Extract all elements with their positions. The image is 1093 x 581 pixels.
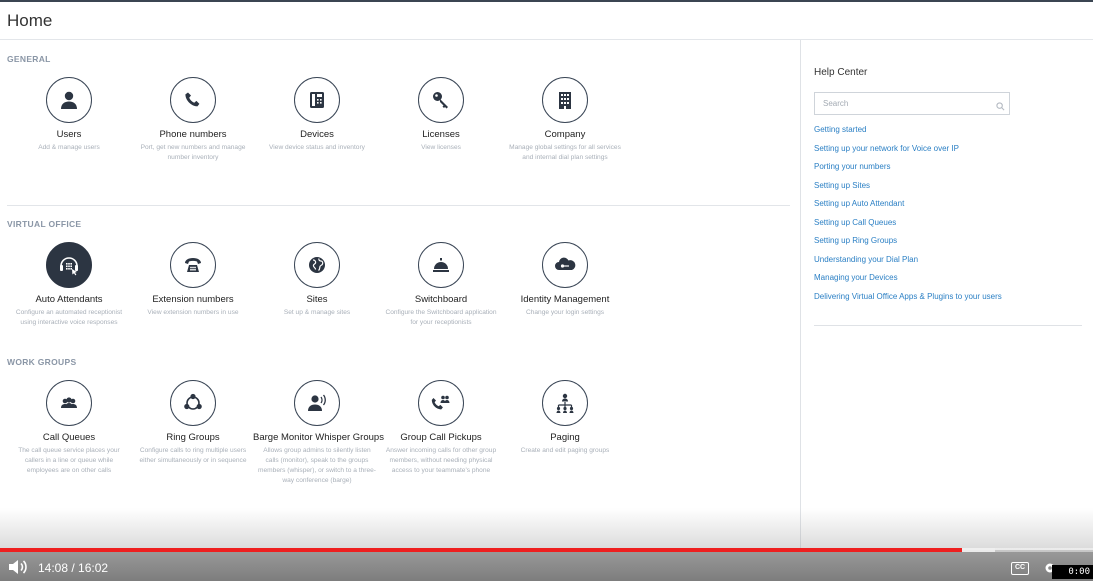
- tile-call-queues[interactable]: Call Queues The call queue service place…: [5, 380, 133, 476]
- tile-users[interactable]: Users Add & manage users: [5, 77, 133, 153]
- tile-description: View device status and inventory: [269, 144, 365, 151]
- tile-description: The call queue service places your calle…: [18, 447, 120, 474]
- tile-description: Configure an automated receptionist usin…: [15, 309, 123, 326]
- tile-title: Sites: [306, 294, 328, 305]
- tile-identity-management[interactable]: Identity Management Change your login se…: [501, 242, 629, 318]
- help-center-title: Help Center: [814, 67, 868, 78]
- page-title: Home: [7, 11, 53, 30]
- buffer-bar: [961, 548, 995, 552]
- desk-phone-icon: [294, 77, 340, 123]
- help-link[interactable]: Understanding your Dial Plan: [814, 255, 918, 264]
- ring-group-icon: [170, 380, 216, 426]
- section-label-general: GENERAL: [7, 54, 51, 64]
- tile-description: Add & manage users: [38, 144, 100, 151]
- playback-time: 14:08 / 16:02: [38, 561, 109, 575]
- service-bell-icon: [418, 242, 464, 288]
- tile-title: Barge Monitor Whisper Groups: [253, 432, 384, 443]
- tile-paging[interactable]: Paging Create and edit paging groups: [501, 380, 629, 456]
- tile-licenses[interactable]: Licenses View licenses: [377, 77, 505, 153]
- tile-description: Manage global settings for all services …: [509, 144, 621, 161]
- tile-ring-groups[interactable]: Ring Groups Configure calls to ring mult…: [129, 380, 257, 466]
- tile-description: Answer incoming calls for other group me…: [385, 447, 497, 474]
- globe-icon: [294, 242, 340, 288]
- tile-title: Switchboard: [414, 294, 468, 305]
- phone-icon: [170, 77, 216, 123]
- volume-icon[interactable]: [8, 559, 28, 580]
- tile-extension-numbers[interactable]: Extension numbers View extension numbers…: [129, 242, 257, 318]
- help-divider: [814, 325, 1082, 326]
- panel-divider: [800, 40, 801, 581]
- key-icon: [418, 77, 464, 123]
- tile-description: View licenses: [421, 144, 461, 151]
- timecode-overlay: 0:00: [1052, 565, 1093, 579]
- tile-description: View extension numbers in use: [147, 309, 239, 316]
- tile-description: Port, get new numbers and manage number …: [140, 144, 246, 161]
- tile-phone-numbers[interactable]: Phone numbers Port, get new numbers and …: [129, 77, 257, 163]
- search-placeholder: Search: [823, 99, 849, 108]
- section-divider: [7, 205, 790, 206]
- tile-title: Company: [544, 129, 586, 140]
- user-icon: [46, 77, 92, 123]
- main-content: GENERAL Users Add & manage users Phone n…: [0, 40, 800, 510]
- tile-title: Devices: [300, 129, 334, 140]
- paging-icon: [542, 380, 588, 426]
- tile-title: Ring Groups: [166, 432, 220, 443]
- auto-attendant-icon: [46, 242, 92, 288]
- tile-description: Configure calls to ring multiple users e…: [139, 447, 247, 464]
- tile-title: Call Queues: [42, 432, 96, 443]
- tile-title: Group Call Pickups: [400, 432, 482, 443]
- listener-icon: [294, 380, 340, 426]
- tile-description: Create and edit paging groups: [520, 447, 610, 454]
- player-overlay: [0, 508, 1093, 550]
- rotary-phone-icon: [170, 242, 216, 288]
- help-link[interactable]: Setting up your network for Voice over I…: [814, 144, 959, 153]
- help-link[interactable]: Delivering Virtual Office Apps & Plugins…: [814, 292, 1002, 301]
- tile-barge-monitor-whisper-groups[interactable]: Barge Monitor Whisper Groups Allows grou…: [253, 380, 384, 486]
- tile-title: Auto Attendants: [35, 294, 103, 305]
- tile-devices[interactable]: Devices View device status and inventory: [253, 77, 381, 153]
- tile-group-call-pickups[interactable]: Group Call Pickups Answer incoming calls…: [377, 380, 505, 476]
- captions-icon[interactable]: CC: [1011, 562, 1029, 575]
- help-link[interactable]: Setting up Call Queues: [814, 218, 896, 227]
- tile-title: Extension numbers: [152, 294, 234, 305]
- section-label-work-groups: WORK GROUPS: [7, 357, 77, 367]
- tile-description: Change your login settings: [525, 309, 605, 316]
- help-link[interactable]: Porting your numbers: [814, 162, 890, 171]
- section-label-virtual-office: VIRTUAL OFFICE: [7, 219, 82, 229]
- tile-title: Phone numbers: [159, 129, 227, 140]
- group-icon: [46, 380, 92, 426]
- help-link[interactable]: Getting started: [814, 125, 866, 134]
- tile-title: Licenses: [422, 129, 460, 140]
- tile-title: Identity Management: [520, 294, 610, 305]
- help-link[interactable]: Setting up Auto Attendant: [814, 199, 904, 208]
- building-icon: [542, 77, 588, 123]
- tile-company[interactable]: Company Manage global settings for all s…: [501, 77, 629, 163]
- help-search-input[interactable]: Search: [814, 92, 1010, 115]
- search-icon: [996, 98, 1005, 116]
- phone-group-icon: [418, 380, 464, 426]
- tile-title: Paging: [550, 432, 580, 443]
- tile-description: Allows group admins to silently listen c…: [258, 447, 376, 484]
- tile-title: Users: [56, 129, 82, 140]
- help-link[interactable]: Setting up Sites: [814, 181, 870, 190]
- top-bar: Home: [0, 0, 1093, 40]
- progress-fill: [0, 548, 962, 552]
- tile-switchboard[interactable]: Switchboard Configure the Switchboard ap…: [377, 242, 505, 328]
- tile-description: Configure the Switchboard application fo…: [385, 309, 497, 326]
- cloud-key-icon: [542, 242, 588, 288]
- tile-description: Set up & manage sites: [283, 309, 351, 316]
- tile-sites[interactable]: Sites Set up & manage sites: [253, 242, 381, 318]
- help-link[interactable]: Setting up Ring Groups: [814, 236, 897, 245]
- player-controls: [0, 550, 1093, 581]
- help-link[interactable]: Managing your Devices: [814, 273, 898, 282]
- tile-auto-attendants[interactable]: Auto Attendants Configure an automated r…: [5, 242, 133, 328]
